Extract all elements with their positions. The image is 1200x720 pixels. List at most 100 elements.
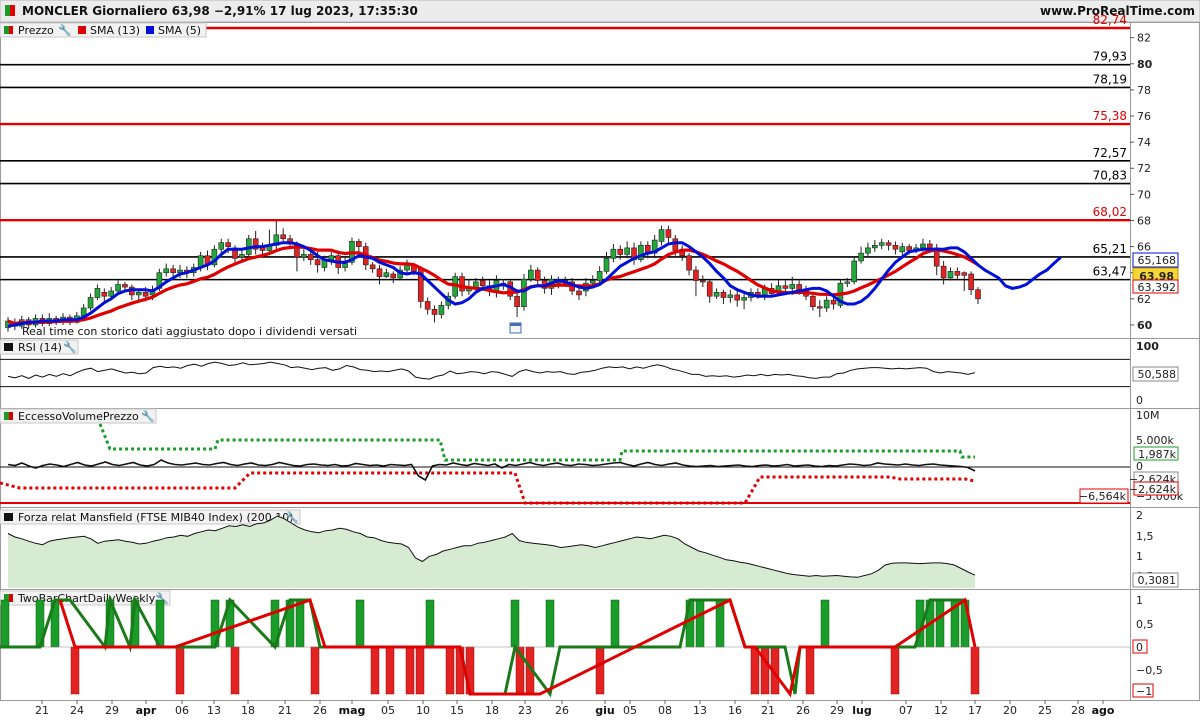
candle-body — [927, 243, 933, 249]
prorealtime-chart-window: MONCLER Giornaliero 63,98 −2,91% 17 lug … — [0, 0, 1200, 720]
twobar-tick-0: 0 — [1136, 641, 1143, 654]
legend-swatch-sma5 — [146, 26, 154, 34]
candle-body — [534, 269, 541, 281]
level-label: 63,47 — [1093, 265, 1127, 279]
date-label: 20 — [1003, 704, 1017, 717]
twobar-red-bar — [385, 646, 395, 695]
twobar-green-bar — [425, 599, 435, 648]
candle-body — [975, 289, 981, 300]
candle-body — [789, 284, 796, 289]
evp-label: EccessoVolumePrezzo — [18, 410, 139, 423]
date-label: 21 — [35, 704, 49, 717]
twobar-red-bar — [760, 646, 770, 695]
price-tick-label: 66 — [1137, 241, 1151, 254]
candle-body — [170, 268, 176, 274]
candle-body — [686, 255, 692, 271]
date-label: ago — [1092, 704, 1115, 717]
candle-body — [225, 242, 231, 247]
date-label: 26 — [313, 704, 327, 717]
mansfield-label: Forza relat Mansfield (FTSE MIB40 Index)… — [18, 511, 294, 524]
wrench-icon[interactable]: 🔧 — [63, 340, 77, 354]
candle-body — [87, 297, 94, 309]
candle-body — [514, 295, 520, 307]
date-label: 18 — [485, 704, 499, 717]
candle-body — [885, 242, 892, 246]
sma5-line — [7, 241, 1062, 328]
candle-body — [906, 246, 913, 251]
date-label: 21 — [278, 704, 292, 717]
twobar-red-bar — [595, 646, 605, 695]
price-tick-label: 76 — [1137, 110, 1151, 123]
wrench-icon[interactable]: 🔧 — [58, 23, 72, 37]
rsi-value-badge: 50,588 — [1132, 366, 1179, 382]
candle-body — [239, 254, 245, 258]
calendar-event-icon[interactable] — [509, 322, 522, 334]
evp-upper-badge: 1,987k — [1133, 446, 1179, 461]
date-label: 29 — [830, 704, 844, 717]
price-tick-label: 62 — [1137, 293, 1151, 306]
candle-body — [424, 301, 431, 310]
date-label: 13 — [207, 704, 221, 717]
twobar-red-bar — [175, 646, 185, 695]
price-tick-label: 72 — [1137, 162, 1151, 175]
candle-body — [610, 248, 617, 259]
panel-frame — [0, 22, 1200, 339]
candle-body — [383, 272, 390, 277]
price-levels: 82,74 79,93 78,19 75,38 72,57 70,83 68,02 65,21… — [0, 13, 1130, 281]
candle-body — [459, 276, 465, 292]
mansfield-tick-2: 2 — [1136, 509, 1143, 522]
panel-frame — [0, 338, 1200, 409]
twobar-legend: TwoBarChartDailyWeekly 🔧 — [0, 590, 171, 606]
candle-body — [706, 281, 713, 297]
candle-body — [438, 305, 445, 315]
date-label: 29 — [105, 704, 119, 717]
level-label: 82,74 — [1093, 13, 1127, 27]
candle-body — [596, 271, 603, 281]
sma13-value: 63,392 — [1138, 281, 1177, 294]
twobar-red-bar — [970, 646, 980, 695]
legend-sma5-label: SMA (5) — [158, 24, 201, 37]
chart-canvas[interactable]: MONCLER Giornaliero 63,98 −2,91% 17 lug … — [0, 0, 1200, 720]
sma5-value: 65,168 — [1138, 254, 1177, 267]
level-label: 79,93 — [1093, 50, 1127, 64]
twobar-tick-minus-0-5: −0,5 — [1136, 664, 1163, 677]
candle-body — [830, 299, 837, 305]
twobar-green-bar — [295, 599, 305, 648]
level-label: 65,21 — [1093, 242, 1127, 256]
evp-legend: EccessoVolumePrezzo 🔧 — [0, 408, 157, 424]
mansfield-value: 0,3081 — [1138, 574, 1177, 587]
candle-body — [954, 271, 961, 276]
candle-body — [844, 281, 851, 284]
candle-body — [479, 280, 486, 287]
candle-body — [741, 297, 747, 301]
mansfield-value-badge: 0,3081 — [1132, 572, 1179, 588]
candle-body — [700, 280, 706, 283]
candle-body — [658, 229, 665, 242]
date-label: 26 — [555, 704, 569, 717]
date-label: giu — [595, 704, 614, 717]
twobar-red-bar — [405, 646, 415, 695]
legend-sma13-label: SMA (13) — [90, 24, 140, 37]
twobar-red-bar — [310, 646, 320, 695]
wrench-icon[interactable]: 🔧 — [141, 409, 155, 423]
candle-body — [892, 244, 899, 250]
twobar-green-bar — [820, 599, 830, 648]
evp-upper-band — [98, 423, 975, 462]
date-label: 18 — [241, 704, 255, 717]
date-label: 12 — [934, 704, 948, 717]
date-label: apr — [136, 704, 157, 717]
candle-body — [816, 306, 823, 309]
evp-min-badge: −6,564k — [1079, 488, 1129, 504]
candle-body — [390, 273, 397, 279]
candle-body — [851, 260, 857, 283]
rsi-tick-100: 100 — [1136, 340, 1159, 353]
candle-body — [135, 291, 142, 296]
candle-body — [878, 242, 885, 246]
twobar-tick-1: 1 — [1136, 594, 1143, 607]
date-label: 23 — [518, 704, 532, 717]
twobar-tick-0-5: 0,5 — [1136, 618, 1154, 631]
level-label: 72,57 — [1093, 146, 1127, 160]
candle-body — [720, 291, 727, 298]
date-label: 21 — [761, 704, 775, 717]
twobar-green-bar — [695, 599, 705, 648]
